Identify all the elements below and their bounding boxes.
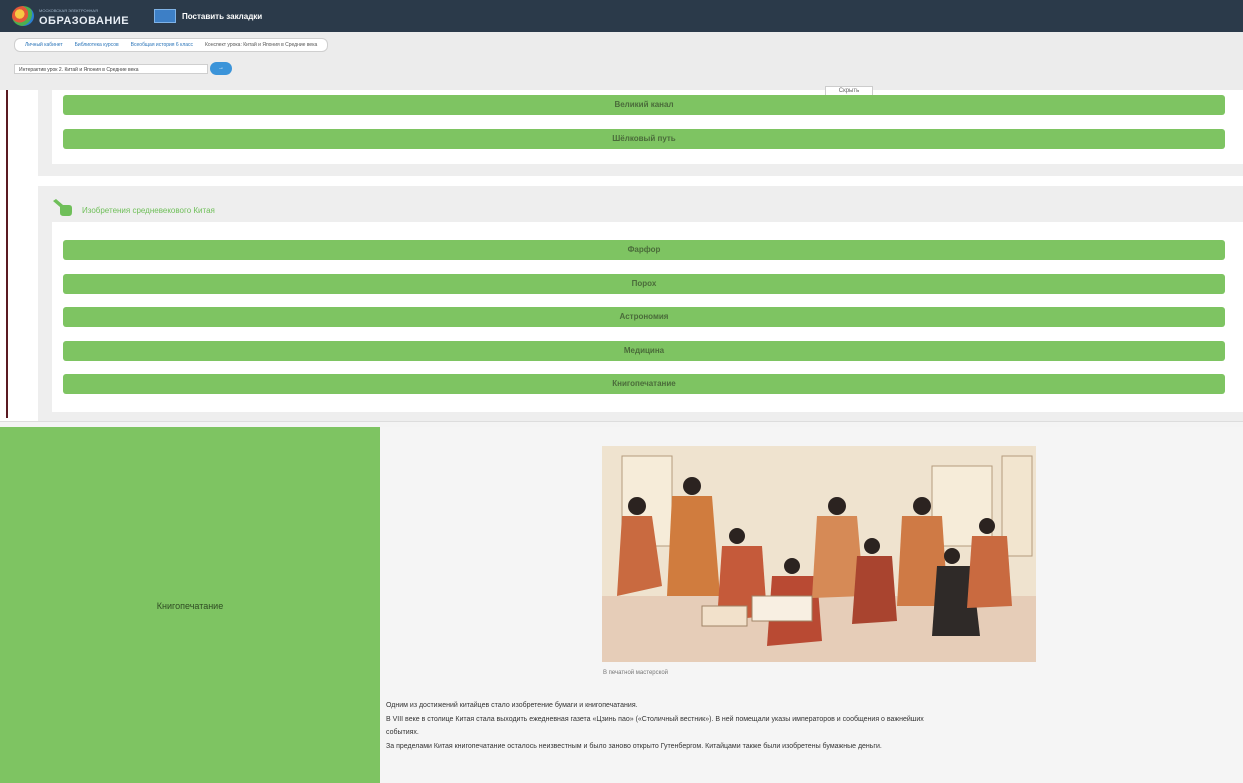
lesson-select[interactable]: Интерактив урок 2. Китай и Япония в Сред…	[14, 64, 208, 74]
astronomy-button[interactable]: Астрономия	[63, 307, 1225, 327]
breadcrumb-item-course[interactable]: Всеобщая история 6 класс	[125, 42, 199, 48]
breadcrumb-item-cabinet[interactable]: Личный кабинет	[19, 42, 69, 48]
porcelain-button[interactable]: Фарфор	[63, 240, 1225, 260]
globe-logo-icon	[12, 6, 34, 26]
bookmark-button[interactable]: Поставить закладки	[154, 9, 262, 23]
logo-title: ОБРАЗОВАНИЕ	[39, 15, 130, 27]
silk-road-button[interactable]: Шёлковый путь	[63, 129, 1225, 149]
breadcrumb-item-current: Конспект урока: Китай и Япония в Средние…	[205, 42, 318, 48]
detail-paragraph-1: Одним из достижений китайцев стало изобр…	[386, 702, 638, 709]
image-caption: В печатной мастерской	[603, 670, 669, 676]
bookmark-label: Поставить закладки	[182, 11, 263, 21]
pointing-hand-icon	[53, 199, 72, 216]
breadcrumb-item-library[interactable]: Библиотека курсов	[69, 42, 125, 48]
detail-side-label: Книгопечатание	[156, 601, 224, 611]
book-printing-button[interactable]: Книгопечатание	[63, 374, 1225, 394]
left-edge-divider	[6, 90, 8, 418]
breadcrumb: Личный кабинет Библиотека курсов Всеобща…	[14, 38, 329, 52]
detail-paragraph-3: За пределами Китая книгопечатание остало…	[386, 743, 882, 750]
detail-paragraph-2-cont: событиях.	[386, 729, 419, 736]
medicine-button[interactable]: Медицина	[63, 341, 1225, 361]
bookmark-icon	[154, 9, 176, 23]
detail-paragraph-2: В VIII веке в столице Китая стала выходи…	[386, 716, 924, 723]
great-canal-button[interactable]: Великий канал	[63, 95, 1225, 115]
gunpowder-button[interactable]: Порох	[63, 274, 1225, 294]
inventions-section-title: Изобретения средневекового Китая	[82, 206, 215, 215]
printing-workshop-image	[602, 446, 1036, 662]
site-logo[interactable]: МОСКОВСКАЯ ЭЛЕКТРОННАЯ ОБРАЗОВАНИЕ	[12, 6, 130, 27]
lesson-go-button[interactable]: →	[210, 62, 232, 75]
top-navbar: МОСКОВСКАЯ ЭЛЕКТРОННАЯ ОБРАЗОВАНИЕ Поста…	[0, 0, 1243, 32]
